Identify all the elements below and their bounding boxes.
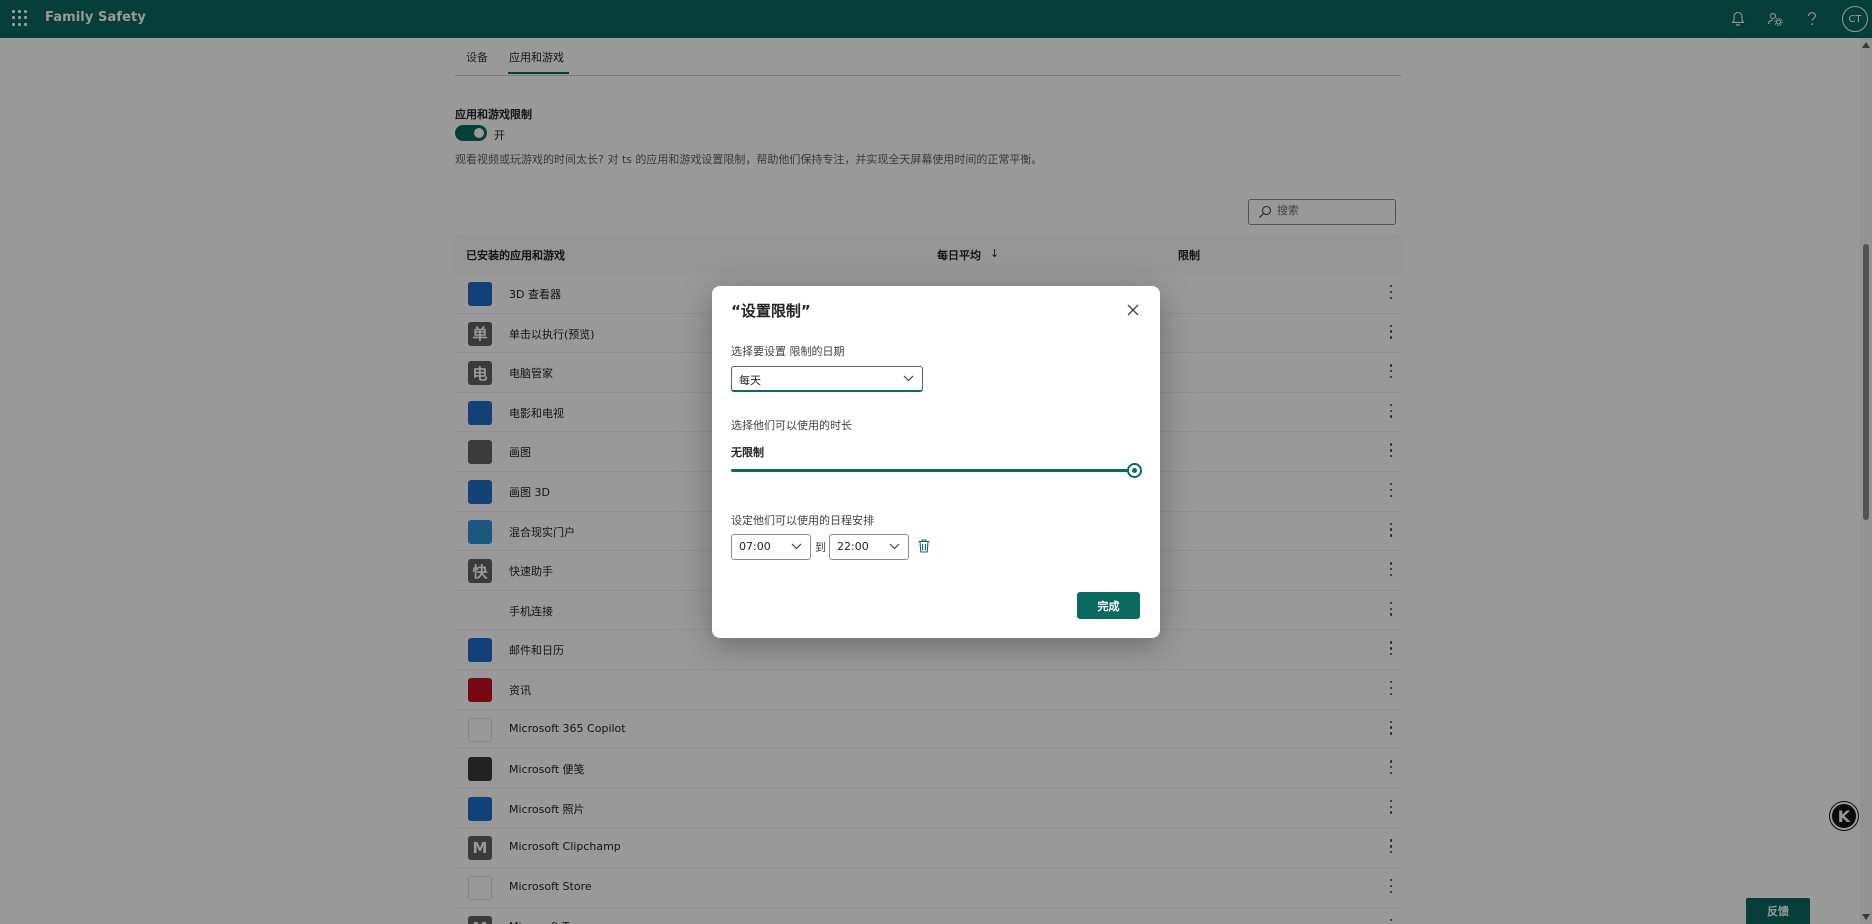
delete-schedule-icon[interactable] xyxy=(917,538,931,554)
dialog-title: “设置限制” xyxy=(731,302,811,320)
chevron-down-icon xyxy=(889,543,900,550)
start-time-select[interactable]: 07:00 xyxy=(731,534,811,560)
start-time-value: 07:00 xyxy=(739,540,771,553)
end-time-value: 22:00 xyxy=(837,540,869,553)
set-limit-dialog: “设置限制” 选择要设置 限制的日期 每天 选择他们可以使用的时长 无限制 设定… xyxy=(712,286,1160,638)
duration-label: 选择他们可以使用的时长 xyxy=(731,419,852,432)
chevron-down-icon xyxy=(903,375,914,382)
day-select-value: 每天 xyxy=(739,374,761,387)
day-label: 选择要设置 限制的日期 xyxy=(731,345,845,358)
duration-value: 无限制 xyxy=(731,446,764,459)
chevron-down-icon xyxy=(791,543,802,550)
end-time-select[interactable]: 22:00 xyxy=(829,534,909,560)
to-label: 到 xyxy=(815,541,826,554)
close-icon[interactable] xyxy=(1126,303,1140,317)
duration-slider-track[interactable] xyxy=(731,469,1133,472)
day-select[interactable]: 每天 xyxy=(731,366,923,392)
duration-slider-thumb[interactable] xyxy=(1127,463,1142,478)
done-button[interactable]: 完成 xyxy=(1077,592,1140,619)
schedule-label: 设定他们可以使用的日程安排 xyxy=(731,514,874,527)
